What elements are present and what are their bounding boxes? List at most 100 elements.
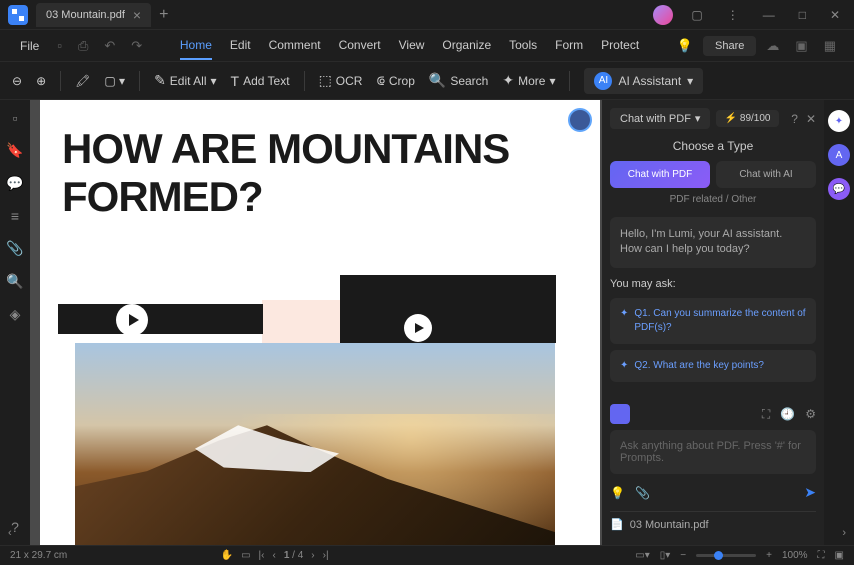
message-icon[interactable]: ▢ [685,6,708,24]
divider [139,71,140,91]
chat-rail-icon[interactable]: 💬 [828,178,850,200]
send-icon[interactable]: ➤ [804,484,816,501]
chat-avatar-icon [610,404,630,424]
folder-icon[interactable]: ▣ [789,34,813,58]
tab-organize[interactable]: Organize [442,32,491,60]
token-counter: ⚡89/100 [716,110,778,127]
fit-width-icon[interactable]: ▭▾ [635,550,649,561]
type-subtitle: PDF related / Other [610,194,816,205]
page-dimensions: 21 x 29.7 cm [10,550,67,561]
maximize-icon[interactable]: □ [793,6,812,24]
ai-rail-icon[interactable]: ✦ [828,110,850,132]
thumbnails-icon[interactable]: ▫ [13,110,18,126]
ai-floating-badge[interactable] [568,108,592,132]
divider [60,71,61,91]
shape-tool[interactable]: ▢ ▾ [104,74,125,88]
help-circle-icon[interactable]: ? [791,112,798,126]
history-icon[interactable]: 🕘 [780,407,795,422]
layers-icon[interactable]: ≡ [11,208,19,224]
zoom-out-icon[interactable]: − [680,550,686,561]
read-mode-icon[interactable]: ▣ [835,550,844,561]
zoom-out-button[interactable]: ⊖ [12,74,22,88]
fit-page-icon[interactable]: ▯▾ [660,550,671,561]
cloud-icon[interactable]: ☁ [760,34,785,58]
tab-edit[interactable]: Edit [230,32,251,60]
attachments-icon[interactable]: 📎 [6,240,23,257]
expand-icon[interactable]: ⛶ [762,407,770,422]
help-icon[interactable]: ? [11,519,19,535]
document-tab[interactable]: 03 Mountain.pdf × [36,3,151,27]
comments-icon[interactable]: 💬 [6,175,23,192]
zoom-level[interactable]: 100% [782,550,808,561]
prev-page-icon[interactable]: ‹ [272,550,275,561]
tab-home[interactable]: Home [180,32,212,60]
highlighter-tool[interactable]: 🖍 [75,74,90,88]
suggestion-q2[interactable]: ✦Q2. What are the key points? [610,350,816,382]
search-panel-icon[interactable]: 🔍 [6,273,23,290]
tab-protect[interactable]: Protect [601,32,639,60]
suggestion-q1[interactable]: ✦Q1. Can you summarize the content of PD… [610,298,816,344]
file-menu[interactable]: File [12,35,47,57]
stack-icon[interactable]: ◈ [10,306,21,323]
attachment-icon[interactable]: 📎 [635,486,650,500]
next-page-icon[interactable]: › [311,550,314,561]
window-icon[interactable]: ▦ [818,34,842,58]
close-tab-icon[interactable]: × [133,7,141,23]
more-tool[interactable]: ✦More ▾ [502,72,555,89]
play-icon[interactable] [404,314,432,342]
document-viewport[interactable]: HOW ARE MOUNTAINS FORMED? [30,100,602,545]
print-icon[interactable]: ⎙ [72,34,94,58]
tab-convert[interactable]: Convert [339,32,381,60]
ai-panel: Chat with PDF ▾ ⚡89/100 ? ✕ Choose a Type… [602,100,824,545]
choose-type-label: Choose a Type [610,139,816,153]
zoom-in-button[interactable]: ⊕ [36,74,46,88]
minimize-icon[interactable]: — [757,6,781,24]
zoom-handle[interactable] [714,551,723,560]
edit-all-tool[interactable]: ✎Edit All ▾ [154,72,216,89]
lightbulb-icon[interactable]: 💡 [610,486,625,500]
video-placeholder-1 [58,304,263,334]
collapse-right-icon[interactable]: › [842,527,846,539]
crop-tool[interactable]: ⟃Crop [376,72,414,89]
lightbulb-icon[interactable]: 💡 [671,34,699,58]
share-button[interactable]: Share [703,36,756,56]
undo-icon[interactable]: ↶ [98,34,121,58]
last-page-icon[interactable]: ›| [323,550,329,561]
translate-rail-icon[interactable]: A [828,144,850,166]
tab-comment[interactable]: Comment [269,32,321,60]
settings-icon[interactable]: ⚙ [805,407,816,422]
close-window-icon[interactable]: ✕ [824,6,846,24]
tab-form[interactable]: Form [555,32,583,60]
hand-tool-icon[interactable]: ✋ [221,550,233,561]
user-avatar[interactable] [653,5,673,25]
zoom-slider[interactable] [696,554,756,557]
mountain-image [75,343,555,545]
close-panel-icon[interactable]: ✕ [806,112,816,126]
chat-input[interactable]: Ask anything about PDF. Press '#' for Pr… [610,430,816,474]
add-tab-icon[interactable]: + [159,6,168,24]
fit-icon[interactable]: ⛶ [818,550,825,561]
kebab-menu-icon[interactable]: ⋮ [721,6,745,24]
redo-icon[interactable]: ↷ [125,34,148,58]
ai-assistant-button[interactable]: AIAI Assistant ▾ [584,68,703,94]
tab-view[interactable]: View [399,32,425,60]
pdf-page: HOW ARE MOUNTAINS FORMED? [40,100,600,545]
zoom-in-status-icon[interactable]: + [766,550,772,561]
select-tool-icon[interactable]: ▭ [241,550,250,561]
tab-tools[interactable]: Tools [509,32,537,60]
add-text-tool[interactable]: TAdd Text [231,73,290,89]
play-icon[interactable] [116,304,148,336]
tab-title: 03 Mountain.pdf [46,9,125,21]
page-number[interactable]: 1 / 4 [284,550,303,561]
file-reference[interactable]: 📄 03 Mountain.pdf [610,511,816,537]
chat-mode-dropdown[interactable]: Chat with PDF ▾ [610,108,710,129]
chat-with-ai-button[interactable]: Chat with AI [716,161,816,188]
chat-with-pdf-button[interactable]: Chat with PDF [610,161,710,188]
collapse-left-icon[interactable]: ‹ [8,527,12,539]
first-page-icon[interactable]: |‹ [259,550,265,561]
sparkle-icon: ✦ [620,359,628,373]
bookmarks-icon[interactable]: 🔖 [6,142,23,159]
save-icon[interactable]: ▫ [51,34,68,57]
search-tool[interactable]: 🔍Search [429,72,488,89]
ocr-tool[interactable]: ⬚OCR [319,72,363,89]
